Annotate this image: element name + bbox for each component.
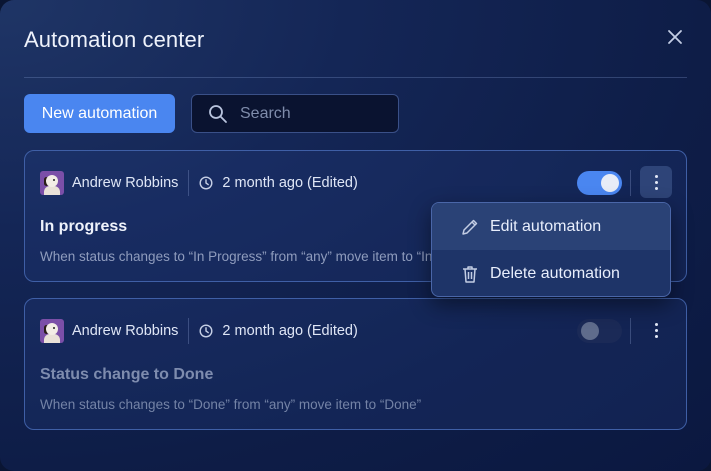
- edit-automation-item[interactable]: Edit automation: [432, 203, 670, 250]
- toggle-divider: [630, 170, 631, 196]
- pencil-icon: [460, 217, 480, 237]
- card-meta: Andrew Robbins 2 month ago (Edited): [40, 318, 358, 344]
- avatar: [40, 319, 64, 343]
- edit-automation-label: Edit automation: [490, 217, 602, 235]
- kebab-icon[interactable]: [640, 166, 672, 198]
- delete-automation-item[interactable]: Delete automation: [432, 250, 670, 296]
- header-divider: [24, 77, 687, 78]
- automation-description: When status changes to “In Progress” fro…: [40, 249, 460, 264]
- automation-title: Status change to Done: [40, 366, 214, 383]
- edited-time: 2 month ago (Edited): [222, 323, 358, 339]
- author-name: Andrew Robbins: [72, 175, 179, 191]
- clock-icon: [199, 176, 213, 190]
- search-icon: [208, 104, 228, 124]
- automation-center-modal: Automation center New automation Andrew …: [0, 0, 711, 471]
- modal-title: Automation center: [24, 27, 205, 52]
- clock-icon: [199, 324, 213, 338]
- search-box[interactable]: [191, 94, 399, 133]
- card-meta: Andrew Robbins 2 month ago (Edited): [40, 170, 358, 196]
- author-name: Andrew Robbins: [72, 323, 179, 339]
- automation-toggle[interactable]: [577, 319, 622, 343]
- automation-card: Andrew Robbins 2 month ago (Edited) Stat…: [24, 298, 687, 430]
- toggle-divider: [630, 318, 631, 344]
- avatar: [40, 171, 64, 195]
- delete-automation-label: Delete automation: [490, 264, 620, 282]
- search-input[interactable]: [240, 104, 390, 123]
- kebab-icon[interactable]: [640, 314, 672, 346]
- meta-divider: [188, 170, 190, 196]
- meta-divider: [188, 318, 190, 344]
- trash-icon: [460, 264, 480, 284]
- automation-toggle[interactable]: [577, 171, 622, 195]
- edited-time: 2 month ago (Edited): [222, 175, 358, 191]
- close-icon[interactable]: [664, 26, 686, 48]
- automation-description: When status changes to “Done” from “any”…: [40, 397, 422, 412]
- new-automation-button[interactable]: New automation: [24, 94, 175, 133]
- automation-title: In progress: [40, 218, 128, 235]
- automation-actions-menu: Edit automation Delete automation: [431, 202, 671, 297]
